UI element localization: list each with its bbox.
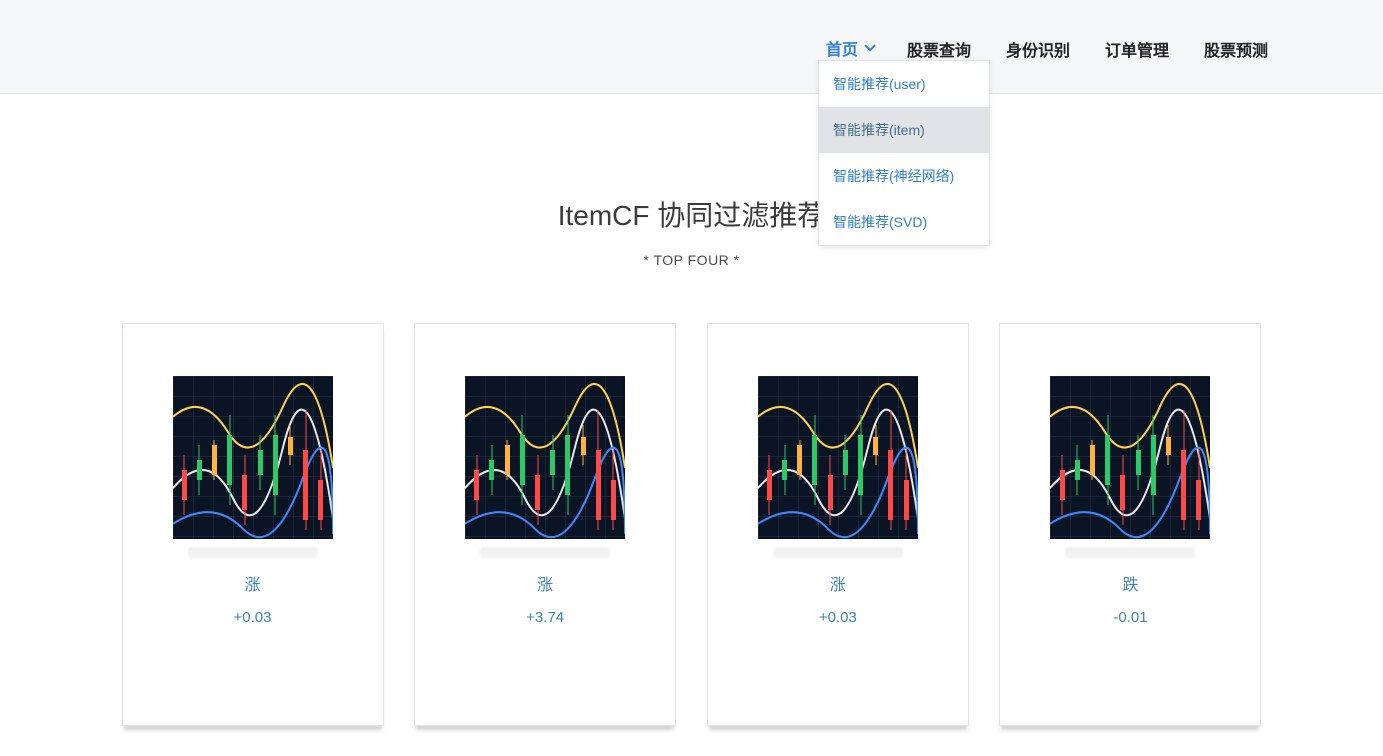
top-header: 首页 股票查询 身份识别 订单管理 股票预测 智能推荐(user) 智能推荐(i… [0, 0, 1383, 94]
dropdown-item-user[interactable]: 智能推荐(user) [819, 61, 989, 107]
chart-thumbnail [758, 376, 918, 539]
chart-thumbnail [465, 376, 625, 539]
nav-identity[interactable]: 身份识别 [1006, 31, 1070, 79]
candles-icon [1050, 376, 1210, 539]
card-grid: 涨 +0.03 [122, 323, 1262, 726]
candles-icon [465, 376, 625, 539]
stock-card[interactable]: 涨 +3.74 [414, 323, 676, 726]
nav-label: 股票预测 [1204, 37, 1268, 61]
card-direction: 跌 [1000, 571, 1260, 595]
card-value: -0.01 [1000, 609, 1260, 626]
stock-name-blurred [188, 547, 318, 559]
home-dropdown: 智能推荐(user) 智能推荐(item) 智能推荐(神经网络) 智能推荐(SV… [818, 60, 990, 246]
card-direction: 涨 [415, 571, 675, 595]
nav-forecast[interactable]: 股票预测 [1204, 31, 1268, 79]
dropdown-item-item[interactable]: 智能推荐(item) [819, 107, 989, 153]
chart-thumbnail [173, 376, 333, 539]
card-value: +0.03 [123, 609, 383, 626]
nav-orders[interactable]: 订单管理 [1105, 31, 1169, 79]
card-direction: 涨 [123, 571, 383, 595]
nav-label: 股票查询 [907, 37, 971, 61]
card-value: +0.03 [708, 609, 968, 626]
nav-label: 首页 [826, 36, 858, 60]
card-value: +3.74 [415, 609, 675, 626]
stock-card[interactable]: 跌 -0.01 [999, 323, 1261, 726]
nav-label: 身份识别 [1006, 37, 1070, 61]
dropdown-item-nn[interactable]: 智能推荐(神经网络) [819, 153, 989, 199]
page-subtitle: * TOP FOUR * [0, 252, 1383, 268]
chart-thumbnail [1050, 376, 1210, 539]
stock-name-blurred [1065, 547, 1195, 559]
candles-icon [173, 376, 333, 539]
card-direction: 涨 [708, 571, 968, 595]
dropdown-item-svd[interactable]: 智能推荐(SVD) [819, 199, 989, 245]
chevron-down-icon [864, 40, 875, 51]
nav-label: 订单管理 [1105, 37, 1169, 61]
main-content: ItemCF 协同过滤推荐 * TOP FOUR * [0, 94, 1383, 726]
stock-name-blurred [773, 547, 903, 559]
stock-card[interactable]: 涨 +0.03 [707, 323, 969, 726]
stock-name-blurred [480, 547, 610, 559]
page-title: ItemCF 协同过滤推荐 [0, 194, 1383, 234]
stock-card[interactable]: 涨 +0.03 [122, 323, 384, 726]
candles-icon [758, 376, 918, 539]
